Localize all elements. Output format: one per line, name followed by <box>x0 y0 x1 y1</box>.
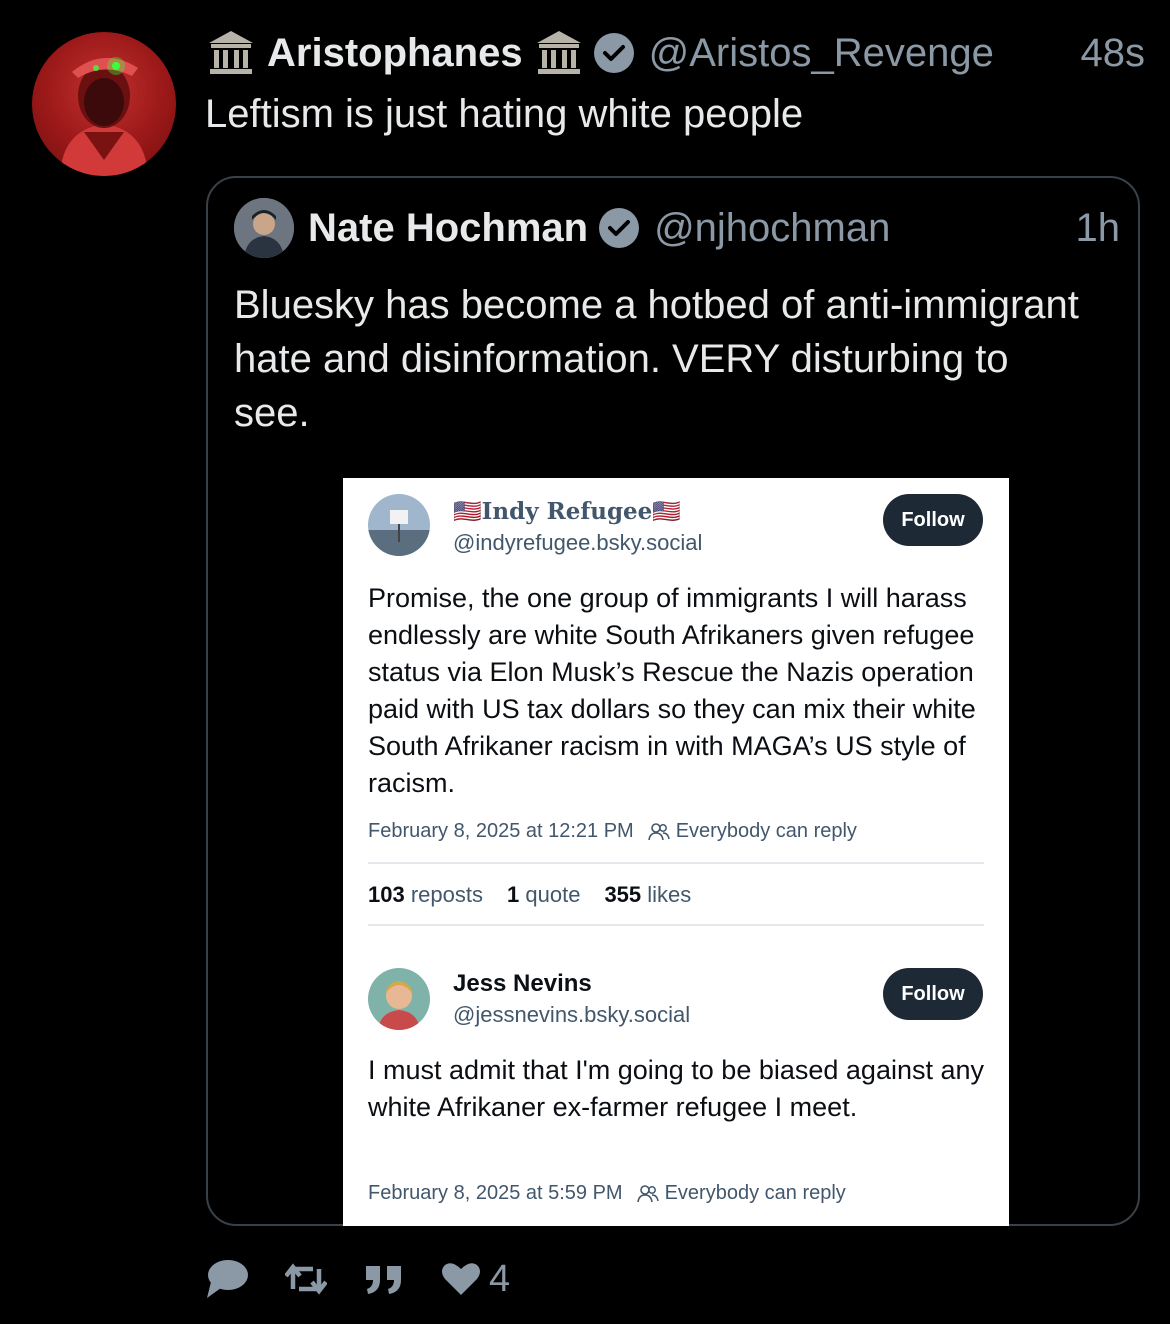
quoted-tweet-card[interactable]: Nate Hochman @njhochman 1h Bluesky has b… <box>206 176 1140 1226</box>
verified-badge-icon <box>593 32 635 74</box>
jess-nevins-post-text: I must admit that I'm going to be biased… <box>368 1055 985 1122</box>
like-count: 4 <box>489 1257 511 1300</box>
follow-button[interactable]: Follow <box>883 494 983 546</box>
quoted-tweet-timestamp[interactable]: 1h <box>1076 206 1121 251</box>
tweet-header: Aristophanes @Aristos_Revenge 48s <box>205 26 1145 80</box>
author-display-name[interactable]: Aristophanes <box>267 31 523 76</box>
retweet-button[interactable] <box>285 1261 327 1297</box>
reposts-label: reposts <box>410 882 483 907</box>
reposts-stat[interactable]: 103 reposts <box>368 882 483 908</box>
reply-setting: Everybody can reply <box>675 820 857 842</box>
indy-refugee-post-text: Promise, the one group of immigrants I w… <box>368 583 976 798</box>
person-photo-icon <box>234 198 294 258</box>
people-icon <box>636 1184 659 1204</box>
reply-button[interactable] <box>205 1258 249 1300</box>
verified-badge-icon <box>598 207 640 249</box>
tweet-action-bar: 4 <box>205 1256 546 1302</box>
reposts-count: 103 <box>368 882 405 907</box>
post-meta: February 8, 2025 at 12:21 PM Everybody c… <box>368 820 857 843</box>
protest-photo-icon <box>368 494 430 556</box>
jess-nevins-avatar <box>368 968 430 1030</box>
likes-count: 355 <box>604 882 642 907</box>
divider <box>368 924 984 926</box>
red-portrait-avatar-icon <box>60 57 148 176</box>
jess-nevins-handle: @jessnevins.bsky.social <box>453 1002 691 1027</box>
tweet-timestamp[interactable]: 48s <box>1081 31 1146 76</box>
reply-icon <box>207 1260 248 1298</box>
indy-refugee-avatar <box>368 494 430 556</box>
post-stats: 103 reposts 1 quote 355 likes <box>368 882 691 908</box>
post-date: February 8, 2025 at 5:59 PM <box>368 1182 623 1204</box>
quoted-author-avatar[interactable] <box>234 198 294 258</box>
child-portrait-icon <box>368 968 430 1030</box>
divider <box>368 862 984 864</box>
institution-icon <box>205 29 257 77</box>
quote-icon <box>366 1266 401 1294</box>
quoted-tweet-header: Nate Hochman @njhochman 1h <box>308 202 1120 254</box>
indy-refugee-name: Indy Refugee <box>481 498 653 525</box>
quoted-author-handle[interactable]: @njhochman <box>654 206 890 251</box>
quoted-author-name[interactable]: Nate Hochman <box>308 206 588 251</box>
indy-refugee-handle: @indyrefugee.bsky.social <box>453 530 703 555</box>
reply-setting: Everybody can reply <box>664 1182 846 1204</box>
quoted-tweet-text: Bluesky has become a hotbed of anti-immi… <box>234 283 1079 435</box>
tweet-text: Leftism is just hating white people <box>205 92 804 136</box>
quotes-label: quote <box>525 882 581 907</box>
us-flag-icon: 🇺🇸 <box>453 498 482 525</box>
follow-button[interactable]: Follow <box>883 968 983 1020</box>
indy-refugee-name-row: 🇺🇸Indy Refugee🇺🇸 <box>453 498 681 525</box>
people-icon <box>647 822 670 842</box>
retweet-icon <box>285 1263 327 1295</box>
quote-button[interactable] <box>363 1262 405 1296</box>
likes-label: likes <box>647 882 692 907</box>
author-handle[interactable]: @Aristos_Revenge <box>649 31 994 76</box>
us-flag-icon: 🇺🇸 <box>652 498 681 525</box>
post-date: February 8, 2025 at 12:21 PM <box>368 820 634 842</box>
jess-nevins-name: Jess Nevins <box>453 970 592 997</box>
embedded-screenshot[interactable]: 🇺🇸Indy Refugee🇺🇸 @indyrefugee.bsky.socia… <box>343 478 1009 1226</box>
post-meta: February 8, 2025 at 5:59 PM Everybody ca… <box>368 1182 846 1205</box>
likes-stat[interactable]: 355 likes <box>604 882 691 908</box>
author-avatar[interactable] <box>32 32 176 176</box>
quotes-stat[interactable]: 1 quote <box>507 882 580 908</box>
institution-icon <box>533 29 585 77</box>
quotes-count: 1 <box>507 882 520 907</box>
like-button[interactable]: 4 <box>441 1258 510 1301</box>
heart-icon <box>442 1263 480 1295</box>
